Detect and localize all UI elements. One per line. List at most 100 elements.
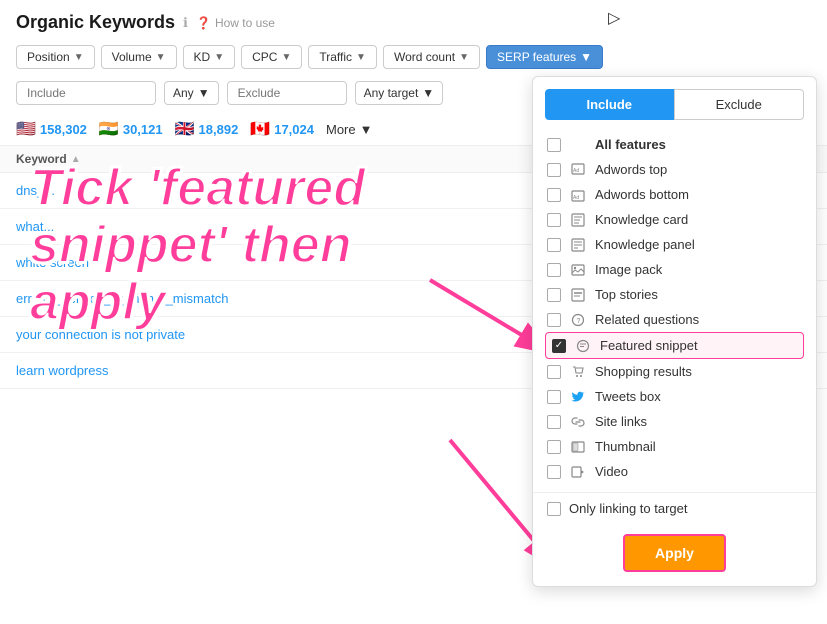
serp-dropdown: Include Exclude All features Ad Adwords … bbox=[532, 76, 817, 587]
checkbox-top-stories[interactable] bbox=[547, 288, 561, 302]
knowledge-panel-icon bbox=[569, 238, 587, 252]
feature-thumbnail[interactable]: Thumbnail bbox=[545, 434, 804, 459]
keyword-link[interactable]: white screen bbox=[16, 255, 611, 270]
keyword-link[interactable]: what... bbox=[16, 219, 611, 234]
page-header: Organic Keywords ℹ ❓ How to use ▷ bbox=[0, 0, 827, 41]
checkbox-shopping-results[interactable] bbox=[547, 365, 561, 379]
position-filter[interactable]: Position ▼ bbox=[16, 45, 95, 69]
checkbox-video[interactable] bbox=[547, 465, 561, 479]
feature-knowledge-panel[interactable]: Knowledge panel bbox=[545, 232, 804, 257]
checkbox-thumbnail[interactable] bbox=[547, 440, 561, 454]
tweets-box-icon bbox=[569, 390, 587, 404]
featured-snippet-label: Featured snippet bbox=[600, 338, 698, 353]
question-icon: ❓ bbox=[196, 16, 211, 30]
svg-text:Ad: Ad bbox=[573, 168, 579, 174]
kd-filter[interactable]: KD ▼ bbox=[183, 45, 236, 69]
tab-exclude[interactable]: Exclude bbox=[674, 89, 805, 120]
shopping-results-icon bbox=[569, 365, 587, 379]
tab-include[interactable]: Include bbox=[545, 89, 674, 120]
country-gb[interactable]: 🇬🇧 18,892 bbox=[175, 119, 239, 139]
adwords-bottom-label: Adwords bottom bbox=[595, 187, 689, 202]
checkbox-knowledge-card[interactable] bbox=[547, 213, 561, 227]
top-stories-icon bbox=[569, 288, 587, 302]
wordcount-filter-arrow: ▼ bbox=[459, 52, 469, 63]
checkbox-featured-snippet[interactable]: ✓ bbox=[552, 339, 566, 353]
country-in[interactable]: 🇮🇳 30,121 bbox=[99, 119, 163, 139]
volume-filter-arrow: ▼ bbox=[156, 52, 166, 63]
any-select[interactable]: Any ▼ bbox=[164, 81, 219, 105]
apply-button[interactable]: Apply bbox=[623, 534, 726, 572]
checkbox-adwords-bottom[interactable] bbox=[547, 188, 561, 202]
keyword-link[interactable]: dns_... bbox=[16, 183, 611, 198]
cpc-filter-arrow: ▼ bbox=[281, 52, 291, 63]
only-linking-label: Only linking to target bbox=[569, 501, 688, 516]
feature-top-stories[interactable]: Top stories bbox=[545, 282, 804, 307]
feature-all-features[interactable]: All features bbox=[545, 132, 804, 157]
keyword-link[interactable]: your connection is not private bbox=[16, 327, 611, 342]
keyword-link[interactable]: learn wordpress bbox=[16, 363, 611, 378]
only-linking-row: Only linking to target bbox=[533, 492, 816, 524]
tweets-box-label: Tweets box bbox=[595, 389, 661, 404]
related-questions-icon: ? bbox=[569, 313, 587, 327]
checkbox-tweets-box[interactable] bbox=[547, 390, 561, 404]
ca-count: 17,024 bbox=[274, 122, 314, 137]
feature-site-links[interactable]: Site links bbox=[545, 409, 804, 434]
feature-featured-snippet[interactable]: ✓ Featured snippet bbox=[545, 332, 804, 359]
checkbox-knowledge-panel[interactable] bbox=[547, 238, 561, 252]
us-flag: 🇺🇸 bbox=[16, 119, 36, 139]
knowledge-card-label: Knowledge card bbox=[595, 212, 688, 227]
feature-image-pack[interactable]: Image pack bbox=[545, 257, 804, 282]
col-keyword: Keyword ▲ bbox=[16, 152, 611, 166]
gb-count: 18,892 bbox=[199, 122, 239, 137]
apply-row: Apply bbox=[533, 524, 816, 586]
in-count: 30,121 bbox=[123, 122, 163, 137]
checkbox-site-links[interactable] bbox=[547, 415, 561, 429]
country-ca[interactable]: 🇨🇦 17,024 bbox=[250, 119, 314, 139]
knowledge-card-icon bbox=[569, 213, 587, 227]
country-us[interactable]: 🇺🇸 158,302 bbox=[16, 119, 87, 139]
featured-snippet-icon bbox=[574, 339, 592, 353]
help-link[interactable]: ❓ How to use bbox=[196, 16, 275, 30]
adwords-top-label: Adwords top bbox=[595, 162, 667, 177]
feature-shopping-results[interactable]: Shopping results bbox=[545, 359, 804, 384]
checkbox-only-linking[interactable] bbox=[547, 502, 561, 516]
toolbar: Position ▼ Volume ▼ KD ▼ CPC ▼ Traffic ▼… bbox=[0, 41, 827, 77]
feature-adwords-top[interactable]: Ad Adwords top bbox=[545, 157, 804, 182]
page-title: Organic Keywords bbox=[16, 12, 175, 33]
wordcount-filter[interactable]: Word count ▼ bbox=[383, 45, 480, 69]
svg-text:?: ? bbox=[577, 318, 581, 325]
thumbnail-icon bbox=[569, 440, 587, 454]
feature-adwords-bottom[interactable]: Ad Adwords bottom bbox=[545, 182, 804, 207]
ca-flag: 🇨🇦 bbox=[250, 119, 270, 139]
any-target-arrow: ▼ bbox=[422, 86, 434, 100]
top-stories-label: Top stories bbox=[595, 287, 658, 302]
include-input[interactable] bbox=[16, 81, 156, 105]
checkbox-image-pack[interactable] bbox=[547, 263, 561, 277]
more-arrow: ▼ bbox=[360, 122, 373, 137]
exclude-input[interactable] bbox=[227, 81, 347, 105]
feature-related-questions[interactable]: ? Related questions bbox=[545, 307, 804, 332]
any-select-arrow: ▼ bbox=[198, 86, 210, 100]
all-features-label: All features bbox=[595, 137, 666, 152]
traffic-filter[interactable]: Traffic ▼ bbox=[308, 45, 377, 69]
checkbox-adwords-top[interactable] bbox=[547, 163, 561, 177]
feature-knowledge-card[interactable]: Knowledge card bbox=[545, 207, 804, 232]
video-label: Video bbox=[595, 464, 628, 479]
serp-filter-arrow: ▼ bbox=[580, 50, 592, 64]
serp-features-filter[interactable]: SERP features ▼ bbox=[486, 45, 603, 69]
info-icon: ℹ bbox=[183, 15, 188, 31]
any-target-select[interactable]: Any target ▼ bbox=[355, 81, 444, 105]
gb-flag: 🇬🇧 bbox=[175, 119, 195, 139]
tab-row: Include Exclude bbox=[533, 77, 816, 128]
feature-video[interactable]: Video bbox=[545, 459, 804, 484]
volume-filter[interactable]: Volume ▼ bbox=[101, 45, 177, 69]
us-count: 158,302 bbox=[40, 122, 87, 137]
traffic-filter-arrow: ▼ bbox=[356, 52, 366, 63]
feature-tweets-box[interactable]: Tweets box bbox=[545, 384, 804, 409]
shopping-results-label: Shopping results bbox=[595, 364, 692, 379]
checkbox-related-questions[interactable] bbox=[547, 313, 561, 327]
more-button[interactable]: More ▼ bbox=[326, 122, 373, 137]
cpc-filter[interactable]: CPC ▼ bbox=[241, 45, 302, 69]
keyword-link[interactable]: err_ssl_version_or_cipher_mismatch bbox=[16, 291, 611, 306]
checkbox-all-features[interactable] bbox=[547, 138, 561, 152]
